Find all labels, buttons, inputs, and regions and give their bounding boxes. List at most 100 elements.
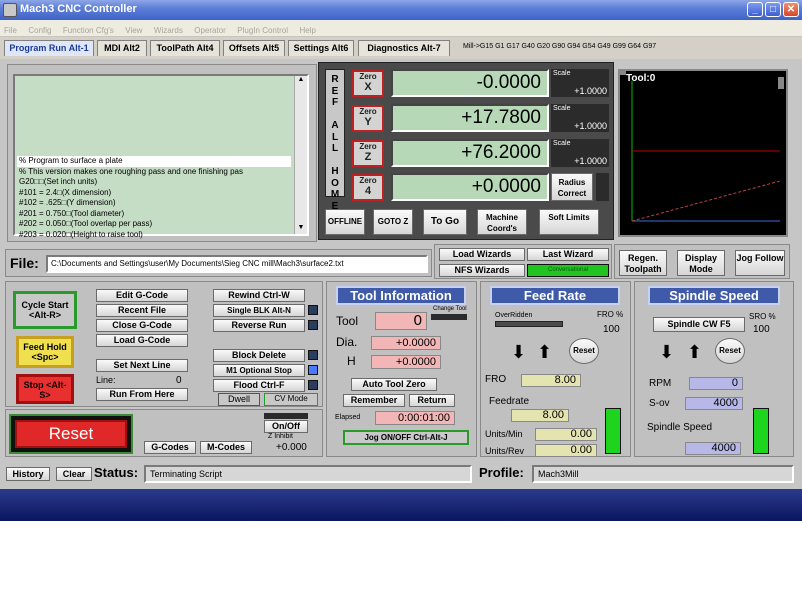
zero-x-button[interactable]: Zero X bbox=[352, 70, 384, 97]
gcode-line: % Program to surface a plate bbox=[19, 156, 123, 165]
tab-toolpath[interactable]: ToolPath Alt4 bbox=[150, 40, 220, 56]
axis-label: Y bbox=[364, 116, 372, 128]
mcodes-button[interactable]: M-Codes bbox=[200, 441, 252, 454]
gcode-line: G20□□(Set inch units) bbox=[19, 177, 98, 186]
profile-value: Mach3Mill bbox=[532, 465, 794, 483]
menu-config[interactable]: Config bbox=[24, 22, 54, 35]
close-gcode-button[interactable]: Close G-Code bbox=[96, 319, 188, 332]
menu-wizards[interactable]: Wizards bbox=[150, 22, 186, 35]
scale-label: Scale bbox=[553, 70, 571, 77]
run-from-here-button[interactable]: Run From Here bbox=[96, 388, 188, 401]
tab-settings[interactable]: Settings Alt6 bbox=[288, 40, 354, 56]
jog-onoff-button[interactable]: Jog ON/OFF Ctrl-Alt-J bbox=[343, 430, 469, 445]
load-gcode-button[interactable]: Load G-Code bbox=[96, 334, 188, 347]
tab-diagnostics[interactable]: Diagnostics Alt-7 bbox=[358, 40, 450, 56]
edit-gcode-button[interactable]: Edit G-Code bbox=[96, 289, 188, 302]
reverse-run-button[interactable]: Reverse Run bbox=[213, 319, 305, 332]
last-wizard-button[interactable]: Last Wizard bbox=[527, 248, 609, 261]
gcode-display[interactable]: % Program to surface a plate % This vers… bbox=[13, 74, 309, 239]
menu-help[interactable]: Help bbox=[295, 22, 318, 35]
conversational-button[interactable]: Conversational bbox=[527, 264, 609, 277]
menu-file[interactable]: File bbox=[0, 22, 20, 35]
fro-field[interactable]: 8.00 bbox=[521, 374, 581, 387]
return-button[interactable]: Return bbox=[409, 394, 455, 407]
single-block-button[interactable]: Single BLK Alt-N bbox=[213, 304, 305, 317]
spindle-speed-field[interactable]: 4000 bbox=[685, 442, 741, 455]
maximize-icon[interactable]: □ bbox=[765, 2, 781, 17]
m1-optional-stop-button[interactable]: M1 Optional Stop bbox=[213, 364, 305, 377]
jog-follow-button[interactable]: Jog Follow bbox=[735, 250, 785, 276]
app-icon bbox=[3, 3, 17, 17]
spindle-speed-slider[interactable] bbox=[753, 408, 769, 454]
scroll-up-icon[interactable]: ▲ bbox=[295, 76, 307, 86]
dro-y[interactable]: +17.7800 bbox=[391, 104, 549, 132]
rpm-field: 0 bbox=[689, 377, 743, 390]
file-row: File: C:\Documents and Settings\user\My … bbox=[5, 249, 432, 277]
machine-coords-button[interactable]: Machine Coord's bbox=[477, 209, 527, 235]
dro-x[interactable]: -0.0000 bbox=[391, 69, 549, 97]
menu-view[interactable]: View bbox=[121, 22, 145, 35]
file-path-field[interactable]: C:\Documents and Settings\user\My Docume… bbox=[46, 255, 428, 273]
spindle-cw-button[interactable]: Spindle CW F5 bbox=[653, 317, 745, 332]
close-icon[interactable]: ✕ bbox=[783, 2, 799, 17]
z-inhibit-onoff-button[interactable]: On/Off bbox=[264, 420, 308, 433]
display-mode-button[interactable]: Display Mode bbox=[677, 250, 725, 276]
dro-z[interactable]: +76.2000 bbox=[391, 139, 549, 167]
gcode-scrollbar[interactable]: ▲ ▼ bbox=[294, 76, 307, 234]
menu-operator[interactable]: Operator bbox=[190, 22, 229, 35]
flood-button[interactable]: Flood Ctrl-F bbox=[213, 379, 305, 392]
menu-plugin-control[interactable]: PlugIn Control bbox=[233, 22, 291, 35]
goto-z-button[interactable]: GOTO Z bbox=[373, 209, 413, 235]
regen-toolpath-button[interactable]: Regen. Toolpath bbox=[619, 250, 667, 276]
history-button[interactable]: History bbox=[6, 467, 50, 481]
fro-up-icon[interactable]: ⬆ bbox=[537, 342, 552, 363]
z-inhibit-led bbox=[264, 413, 308, 419]
file-label: File: bbox=[10, 255, 39, 271]
h-field[interactable]: +0.0000 bbox=[371, 355, 441, 369]
auto-tool-zero-button[interactable]: Auto Tool Zero bbox=[351, 378, 437, 391]
tab-mdi[interactable]: MDI Alt2 bbox=[97, 40, 147, 56]
diameter-field[interactable]: +0.0000 bbox=[371, 336, 441, 350]
feedrate-field[interactable]: 8.00 bbox=[511, 409, 569, 422]
zero-z-button[interactable]: Zero Z bbox=[352, 140, 384, 167]
set-next-line-button[interactable]: Set Next Line bbox=[96, 359, 188, 372]
tab-program-run[interactable]: Program Run Alt-1 bbox=[4, 40, 94, 56]
sro-down-icon[interactable]: ⬇ bbox=[659, 342, 674, 363]
flood-led bbox=[308, 380, 318, 390]
zero-y-button[interactable]: Zero Y bbox=[352, 105, 384, 132]
scroll-down-icon[interactable]: ▼ bbox=[295, 224, 307, 234]
toolpath-display[interactable]: Tool:0 bbox=[618, 69, 788, 237]
nfs-wizards-button[interactable]: NFS Wizards bbox=[439, 264, 525, 277]
sro-reset-button[interactable]: Reset bbox=[715, 338, 745, 364]
menu-function-cfgs[interactable]: Function Cfg's bbox=[59, 22, 117, 35]
dro-4[interactable]: +0.0000 bbox=[391, 173, 549, 201]
gcodes-button[interactable]: G-Codes bbox=[144, 441, 196, 454]
cycle-start-button[interactable]: Cycle Start <Alt-R> bbox=[13, 291, 77, 329]
remember-button[interactable]: Remember bbox=[343, 394, 405, 407]
fro-reset-button[interactable]: Reset bbox=[569, 338, 599, 364]
s-ov-field[interactable]: 4000 bbox=[685, 397, 743, 410]
feedrate-slider[interactable] bbox=[605, 408, 621, 454]
radius-correct-button[interactable]: Radius Correct bbox=[551, 173, 593, 201]
block-delete-button[interactable]: Block Delete bbox=[213, 349, 305, 362]
rewind-button[interactable]: Rewind Ctrl-W bbox=[213, 289, 305, 302]
fro-down-icon[interactable]: ⬇ bbox=[511, 342, 526, 363]
units-per-min-label: Units/Min bbox=[485, 429, 523, 439]
tab-offsets[interactable]: Offsets Alt5 bbox=[223, 40, 285, 56]
feed-hold-button[interactable]: Feed Hold <Spc> bbox=[16, 336, 74, 368]
sro-up-icon[interactable]: ⬆ bbox=[687, 342, 702, 363]
minimize-icon[interactable]: _ bbox=[747, 2, 763, 17]
scale-z: Scale +1.0000 bbox=[551, 139, 609, 167]
recent-file-button[interactable]: Recent File bbox=[96, 304, 188, 317]
clear-button[interactable]: Clear bbox=[56, 467, 92, 481]
zero-4-button[interactable]: Zero 4 bbox=[352, 174, 384, 201]
stop-button[interactable]: Stop <Alt-S> bbox=[16, 374, 74, 404]
reset-button[interactable]: Reset bbox=[15, 420, 127, 448]
offline-button[interactable]: OFFLINE bbox=[325, 209, 365, 235]
to-go-button[interactable]: To Go bbox=[423, 209, 467, 235]
soft-limits-button[interactable]: Soft Limits bbox=[539, 209, 599, 235]
scale-x: Scale +1.0000 bbox=[551, 69, 609, 97]
tool-number-field[interactable]: 0 bbox=[375, 312, 427, 330]
load-wizards-button[interactable]: Load Wizards bbox=[439, 248, 525, 261]
ref-all-home-button[interactable]: REFALLHOME bbox=[325, 69, 345, 212]
